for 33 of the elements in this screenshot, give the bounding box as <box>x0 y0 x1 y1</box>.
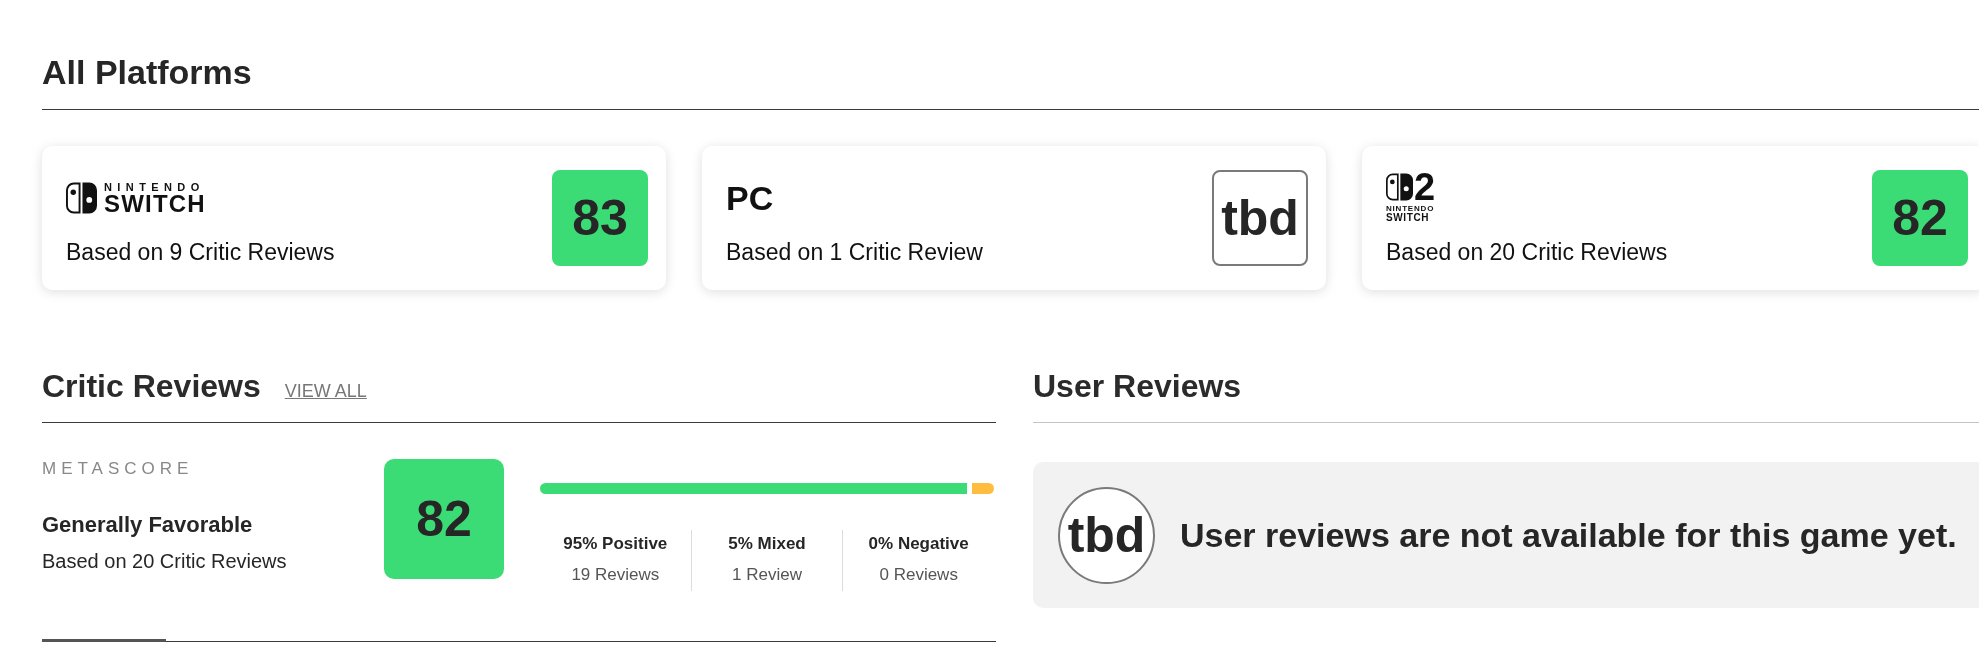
sentiment-percent: 0% Negative <box>868 533 969 555</box>
metascore: 83 <box>552 170 648 266</box>
empty-state-message: User reviews are not available for this game yet. <box>1180 515 1957 555</box>
metascore: tbd <box>1212 170 1308 266</box>
review-summary: Based on 20 Critic Reviews <box>42 549 287 574</box>
section-heading: User Reviews <box>1033 367 1242 406</box>
section-heading: All Platforms <box>42 52 253 92</box>
review-count: 0 Reviews <box>879 564 958 586</box>
logo-wordmark: SWITCH <box>1386 213 1430 223</box>
view-all-link[interactable]: VIEW ALL <box>284 381 367 402</box>
console-logo-icon <box>1386 173 1413 201</box>
platform-name: PC <box>726 178 774 218</box>
console-logo-icon <box>66 181 97 214</box>
review-count: 19 Reviews <box>571 564 660 586</box>
section-heading: Critic Reviews <box>42 367 261 406</box>
logo-wordmark: NINTENDO <box>104 181 205 193</box>
review-summary: Based on 9 Critic Reviews <box>66 238 335 266</box>
score-verdict: Generally Favorable <box>42 511 253 539</box>
platform-card[interactable]: PC Based on 1 Critic Review tbd <box>702 146 1326 290</box>
logo-wordmark: NINTENDO <box>1386 204 1435 213</box>
metascore-label: METASCORE <box>42 459 194 479</box>
review-summary: Based on 1 Critic Review <box>726 238 983 266</box>
platform-card[interactable]: NINTENDO SWITCH Based on 9 Critic Reviews 83 <box>42 146 666 290</box>
logo-wordmark: SWITCH <box>104 193 206 214</box>
metascore: 82 <box>384 459 504 579</box>
metascore: 82 <box>1872 170 1968 266</box>
user-score: tbd <box>1058 486 1155 584</box>
logo-numeral: 2 <box>1414 173 1436 201</box>
review-count: 1 Review <box>732 564 802 586</box>
sentiment-percent: 95% Positive <box>563 533 668 555</box>
platform-card[interactable]: 2 NINTENDO SWITCH Based on 20 Critic Reviews 82 <box>1362 146 1979 290</box>
review-summary: Based on 20 Critic Reviews <box>1386 238 1668 266</box>
sentiment-percent: 5% Mixed <box>728 533 806 555</box>
